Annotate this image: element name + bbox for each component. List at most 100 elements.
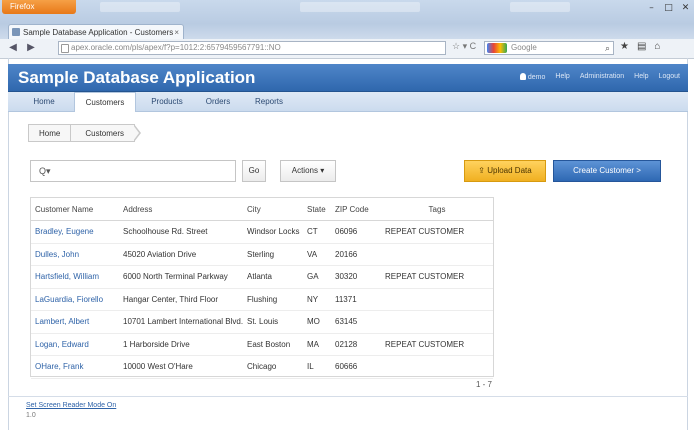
column-header[interactable]: Address [119, 198, 243, 221]
tags-cell: REPEAT CUSTOMER [381, 220, 493, 244]
state-cell: CT [303, 220, 331, 244]
zip-cell: 63145 [331, 310, 381, 334]
tab-products[interactable]: Products [142, 92, 192, 111]
column-header[interactable]: Customer Name [31, 198, 119, 221]
zip-cell: 11371 [331, 288, 381, 311]
table-row: LaGuardia, Fiorello Hangar Center, Third … [31, 288, 493, 311]
address-cell: 10000 West O'Hare [119, 355, 243, 379]
menu-icon[interactable]: ⌂ [654, 41, 660, 52]
favicon-icon [12, 28, 20, 36]
state-cell: MA [303, 333, 331, 356]
navigation-toolbar: ◀ ▶ apex.oracle.com/pls/apex/f?p=1012:2:… [0, 39, 694, 59]
address-cell: Hangar Center, Third Floor [119, 288, 243, 311]
version-label: 1.0 [26, 412, 36, 419]
state-cell: IL [303, 355, 331, 379]
create-customer-button[interactable]: Create Customer > [553, 160, 661, 182]
column-header[interactable]: Tags [381, 198, 493, 221]
help-link[interactable]: Help [555, 73, 569, 81]
customer-name-link[interactable]: Lambert, Albert [31, 310, 119, 334]
home-icon[interactable]: ★ [620, 41, 629, 52]
close-icon[interactable]: ✕ [677, 0, 694, 16]
table-row: OHare, Frank 10000 West O'Hare Chicago IL 60… [31, 355, 493, 379]
title-blur [100, 2, 180, 12]
state-cell: MO [303, 310, 331, 334]
tab-home[interactable]: Home [22, 92, 66, 111]
user-icon [519, 73, 526, 80]
logout-link[interactable]: Logout [659, 73, 680, 81]
search-engine-icon[interactable] [487, 43, 507, 53]
column-header[interactable]: City [243, 198, 303, 221]
city-cell: St. Louis [243, 310, 303, 334]
zip-cell: 20166 [331, 243, 381, 266]
zip-cell: 30320 [331, 265, 381, 289]
city-cell: Chicago [243, 355, 303, 379]
search-input[interactable]: Q▾ [30, 160, 236, 182]
browser-menu-button[interactable]: Firefox [2, 0, 76, 14]
table-row: Bradley, Eugene Schoolhouse Rd. Street Win… [31, 220, 493, 244]
tab-customers[interactable]: Customers [74, 92, 136, 112]
browser-tab[interactable]: Sample Database Application - Customers … [8, 24, 184, 39]
bookmark-icon[interactable]: ☆ ▾ C [452, 41, 476, 52]
screen-reader-link[interactable]: Set Screen Reader Mode On [26, 402, 116, 409]
address-cell: 6000 North Terminal Parkway [119, 265, 243, 289]
search-icon[interactable]: ⌕ [605, 42, 610, 54]
main-menu: Home Customers Products Orders Reports [8, 92, 688, 112]
tab-close-icon[interactable]: × [174, 25, 179, 39]
help-link-2[interactable]: Help [634, 73, 648, 81]
tags-cell: REPEAT CUSTOMER [381, 333, 493, 356]
browser-toolbar-icons: ★ ▤ ⌂ [620, 41, 660, 52]
minimize-icon[interactable]: – [643, 0, 660, 16]
app-header: Sample Database Application demo Help Ad… [8, 64, 688, 92]
actions-menu-button[interactable]: Actions ▾ [280, 160, 336, 182]
window-controls: – □ ✕ [643, 0, 694, 18]
city-cell: Flushing [243, 288, 303, 311]
tab-reports[interactable]: Reports [244, 92, 294, 111]
table-header-row: Customer Name Address City State ZIP Cod… [31, 198, 493, 221]
customer-name-link[interactable]: LaGuardia, Fiorello [31, 288, 119, 311]
city-cell: Sterling [243, 243, 303, 266]
go-button[interactable]: Go [242, 160, 266, 182]
browser-search-input[interactable]: Google ⌕ [484, 41, 614, 55]
column-header[interactable]: State [303, 198, 331, 221]
address-cell: 1 Harborside Drive [119, 333, 243, 356]
title-blur [300, 2, 420, 12]
breadcrumb-home[interactable]: Home [28, 124, 78, 142]
column-header[interactable]: ZIP Code [331, 198, 381, 221]
customer-name-link[interactable]: OHare, Frank [31, 355, 119, 379]
state-cell: NY [303, 288, 331, 311]
back-icon[interactable]: ◀ [6, 41, 20, 55]
breadcrumb-customers: Customers [70, 124, 142, 142]
upload-data-button[interactable]: ⇪ Upload Data [464, 160, 546, 182]
administration-link[interactable]: Administration [580, 73, 624, 81]
customers-table: Customer Name Address City State ZIP Cod… [31, 198, 493, 379]
tags-cell [381, 288, 493, 311]
customer-name-link[interactable]: Logan, Edward [31, 333, 119, 356]
maximize-icon[interactable]: □ [660, 0, 677, 16]
browser-title-bar: Firefox – □ ✕ [0, 0, 694, 24]
zip-cell: 02128 [331, 333, 381, 356]
tags-cell: REPEAT CUSTOMER [381, 265, 493, 289]
customer-name-link[interactable]: Dulles, John [31, 243, 119, 266]
report-toolbar: Q▾ Go Actions ▾ ⇪ Upload Data Create Cus… [30, 160, 675, 184]
footer-divider [8, 396, 688, 397]
address-bar[interactable]: apex.oracle.com/pls/apex/f?p=1012:2:6579… [58, 41, 446, 55]
tab-orders[interactable]: Orders [196, 92, 240, 111]
search-engine-label: Google [511, 43, 537, 52]
city-cell: East Boston [243, 333, 303, 356]
user-link[interactable]: demo [519, 73, 545, 81]
table-row: Lambert, Albert 10701 Lambert Internation… [31, 310, 493, 334]
breadcrumb: Home Customers [28, 124, 142, 144]
app-title[interactable]: Sample Database Application [18, 68, 255, 88]
city-cell: Atlanta [243, 265, 303, 289]
url-text: apex.oracle.com/pls/apex/f?p=1012:2:6579… [71, 43, 281, 52]
zip-cell: 06096 [331, 220, 381, 244]
tab-title: Sample Database Application - Customers [23, 28, 174, 37]
header-links: demo Help Administration Help Logout [519, 73, 680, 81]
forward-icon[interactable]: ▶ [24, 41, 38, 55]
customers-report: Customer Name Address City State ZIP Cod… [30, 197, 494, 379]
star-icon[interactable]: ▤ [637, 41, 646, 52]
title-blur [510, 2, 570, 12]
customer-name-link[interactable]: Bradley, Eugene [31, 220, 119, 244]
customer-name-link[interactable]: Hartsfield, William [31, 265, 119, 289]
address-cell: Schoolhouse Rd. Street [119, 220, 243, 244]
